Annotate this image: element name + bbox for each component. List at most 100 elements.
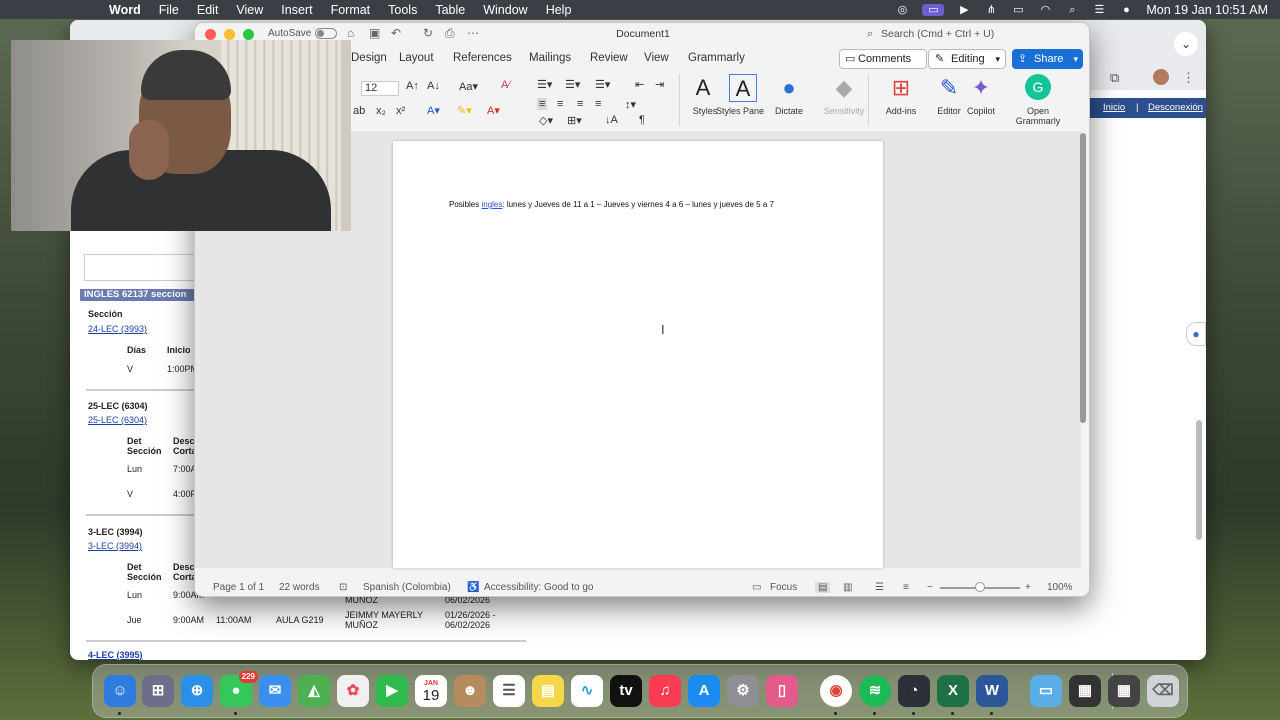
dictate-label[interactable]: Dictate [759,106,819,116]
downloads-folder-icon[interactable]: ▭ [1030,675,1062,707]
menu-insert[interactable]: Insert [281,3,312,17]
link-inicio[interactable]: Inicio [1103,102,1125,113]
tab-mailings[interactable]: Mailings [529,52,571,64]
section-link-25[interactable]: 25-LEC (6304) [88,415,147,425]
recent-window-icon[interactable]: ▦ [1069,675,1101,707]
zoom-out-icon[interactable]: − [927,582,933,593]
spotlight-search-icon[interactable]: ⌕ [1065,4,1079,16]
align-right-icon[interactable]: ≡ [577,98,583,110]
print-layout-view-icon[interactable]: ▤ [815,582,831,593]
section-filter-input[interactable] [84,254,208,281]
reminders-icon[interactable]: ☰ [493,675,525,707]
dictate-microphone-icon[interactable]: ● [775,74,803,102]
link-desconexion[interactable]: Desconexión [1148,102,1203,113]
draft-view-icon[interactable]: ≡ [903,582,909,593]
contacts-icon[interactable]: ☻ [454,675,486,707]
decrease-indent-icon[interactable]: ⇤ [635,78,644,91]
music-icon[interactable]: ♫ [649,675,681,707]
sort-icon[interactable]: ↓A [605,114,618,126]
section-link-24[interactable]: 24-LEC (3993) [88,324,147,334]
section-link-4[interactable]: 4-LEC (3995) [88,650,143,660]
spotify-icon[interactable]: ≋ [859,675,891,707]
page-count[interactable]: Page 1 of 1 [213,582,264,593]
document-scrollbar[interactable] [1080,133,1086,423]
highlight-icon[interactable]: ✎▾ [457,104,472,117]
open-grammarly-label[interactable]: Open Grammarly [1008,106,1068,126]
word-count[interactable]: 22 words [279,582,320,593]
menu-view[interactable]: View [236,3,263,17]
recent-window-icon-2[interactable]: ▦ [1108,675,1140,707]
freeform-icon[interactable]: ∿ [571,675,603,707]
styles-icon[interactable]: A [689,74,717,102]
microphone-icon[interactable]: ● [1186,322,1206,346]
launchpad-icon[interactable]: ⊞ [142,675,174,707]
menu-file[interactable]: File [159,3,179,17]
photos-icon[interactable]: ✿ [337,675,369,707]
safari-icon[interactable]: ⊕ [181,675,213,707]
sensitivity-label[interactable]: Sensitivity [814,106,874,116]
system-settings-icon[interactable]: ⚙ [727,675,759,707]
multilevel-list-icon[interactable]: ☰▾ [595,78,610,91]
wifi-icon[interactable]: ◠ [1038,4,1052,16]
menu-edit[interactable]: Edit [197,3,219,17]
comments-button[interactable]: ▭ Comments [839,49,927,69]
tab-view[interactable]: View [644,52,669,64]
maps-icon[interactable]: ◭ [298,675,330,707]
messages-icon[interactable]: ● 229 [220,671,258,707]
zoom-level[interactable]: 100% [1047,582,1073,593]
outline-view-icon[interactable]: ☰ [875,582,884,593]
accessibility-status[interactable]: Accessibility: Good to go [484,582,594,593]
play-icon[interactable]: ▶ [957,4,971,16]
numbering-icon[interactable]: ☰▾ [565,78,580,91]
grow-font-icon[interactable]: A↑ [406,80,419,92]
copilot-label[interactable]: Copilot [951,106,1011,116]
search-box[interactable]: ⌕ Search (Cmd + Ctrl + U) [863,26,1083,43]
screen-recorder-icon[interactable]: ◔ [898,675,930,707]
zoom-in-icon[interactable]: + [1025,582,1031,593]
grammarly-icon[interactable]: G [1025,74,1051,100]
spelling-error-word[interactable]: ingles [481,200,502,209]
shading-icon[interactable]: ◇▾ [539,114,553,127]
chevron-down-icon[interactable]: ⌄ [1174,32,1198,56]
focus-icon[interactable]: ▭ [752,582,761,593]
proofing-icon[interactable]: ⊡ [339,582,347,593]
screen-mirroring-icon[interactable]: ▭ [922,3,945,16]
superscript-icon[interactable]: x² [396,105,405,117]
copilot-icon[interactable]: ✦ [967,74,995,102]
word-icon[interactable]: W [976,675,1008,707]
shrink-font-icon[interactable]: A↓ [427,80,440,92]
profile-avatar[interactable] [1153,69,1169,85]
menu-table[interactable]: Table [435,3,465,17]
tab-layout[interactable]: Layout [399,52,434,64]
document-body-text[interactable]: Posibles ingles: lunes y Jueves de 11 a … [449,200,774,209]
menu-help[interactable]: Help [546,3,572,17]
iphone-mirroring-icon[interactable]: ▯ [766,675,798,707]
show-formatting-icon[interactable]: ¶ [639,114,645,126]
web-layout-view-icon[interactable]: ▥ [843,582,852,593]
menu-format[interactable]: Format [331,3,371,17]
section-link-3[interactable]: 3-LEC (3994) [88,541,142,551]
language-status[interactable]: Spanish (Colombia) [363,582,451,593]
font-size-field[interactable]: 12 [361,81,399,96]
chrome-icon[interactable]: ◉ [820,675,852,707]
apple-tv-icon[interactable]: tv [610,675,642,707]
borders-icon[interactable]: ⊞▾ [567,114,582,127]
align-left-icon[interactable]: ≡ [537,98,548,110]
share-button[interactable]: ⇪ Share ▾ [1012,49,1083,69]
notes-icon[interactable]: ▤ [532,675,564,707]
siri-icon[interactable]: ● [1119,4,1133,16]
control-center-icon[interactable]: ☰ [1092,4,1106,16]
line-spacing-icon[interactable]: ↕▾ [625,98,636,111]
trash-icon[interactable]: ⌫ [1147,675,1179,707]
extensions-icon[interactable]: ⧉ [1110,70,1119,86]
increase-indent-icon[interactable]: ⇥ [655,78,664,91]
focus-mode[interactable]: Focus [770,582,797,593]
change-case-icon[interactable]: Aa▾ [459,80,478,93]
app-store-icon[interactable]: A [688,675,720,707]
font-color-icon[interactable]: A▾ [487,104,500,117]
mail-icon[interactable]: ✉ [259,675,291,707]
tab-design[interactable]: Design [351,52,387,64]
strikethrough-icon[interactable]: ab [353,105,365,117]
tab-grammarly[interactable]: Grammarly [688,52,745,64]
calendar-icon[interactable]: JAN 19 [415,675,447,707]
